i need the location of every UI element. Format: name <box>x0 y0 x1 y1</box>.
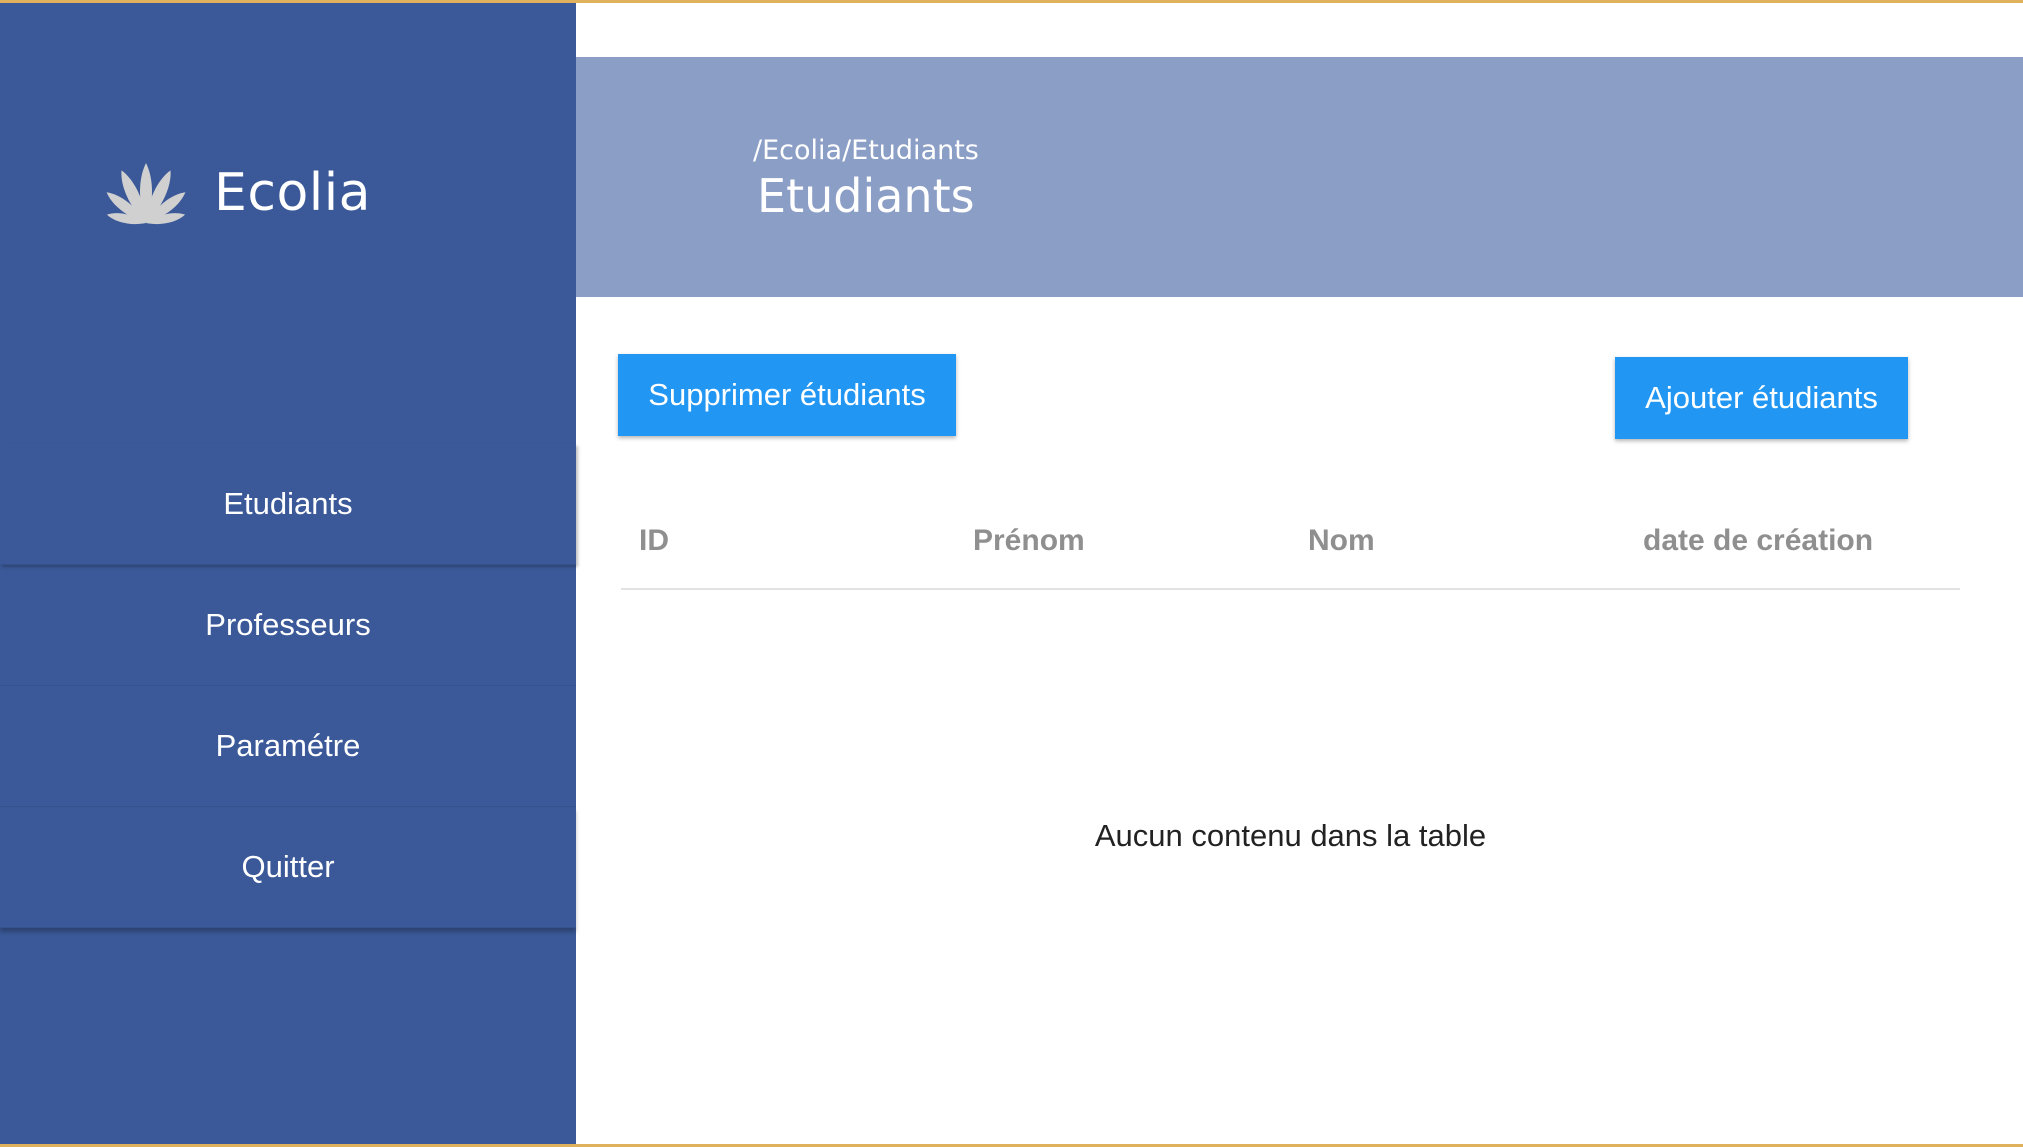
brand: Ecolia <box>104 153 371 233</box>
page-title: Etudiants <box>757 169 975 223</box>
delete-students-button[interactable]: Supprimer étudiants <box>618 354 956 436</box>
sidebar-item-etudiants[interactable]: Etudiants <box>0 444 576 565</box>
sidebar-item-label: Quitter <box>241 849 335 884</box>
sidebar-item-label: Paramétre <box>215 728 361 763</box>
add-students-button[interactable]: Ajouter étudiants <box>1615 357 1908 439</box>
column-header-id[interactable]: ID <box>639 524 669 558</box>
sidebar-item-label: Professeurs <box>205 607 371 642</box>
brand-name: Ecolia <box>214 163 372 223</box>
sidebar-item-parametre[interactable]: Paramétre <box>0 686 576 807</box>
sidebar-item-quitter[interactable]: Quitter <box>0 807 576 928</box>
breadcrumb: /Ecolia/Etudiants <box>753 135 979 166</box>
page-header: /Ecolia/Etudiants Etudiants <box>576 57 2023 297</box>
column-header-date-creation[interactable]: date de création <box>1643 524 1873 558</box>
sidebar-item-professeurs[interactable]: Professeurs <box>0 565 576 686</box>
sidebar-nav: Etudiants Professeurs Paramétre Quitter <box>0 444 576 928</box>
column-header-prenom[interactable]: Prénom <box>973 524 1085 558</box>
students-table: ID Prénom Nom date de création Aucun con… <box>621 500 1960 853</box>
table-empty-message: Aucun contenu dans la table <box>1094 818 1487 853</box>
table-header: ID Prénom Nom date de création <box>621 500 1960 590</box>
sidebar-item-label: Etudiants <box>223 486 353 521</box>
sidebar: Ecolia Etudiants Professeurs Paramétre Q… <box>0 3 576 1144</box>
column-header-nom[interactable]: Nom <box>1308 524 1375 558</box>
fan-petals-icon <box>106 163 186 225</box>
